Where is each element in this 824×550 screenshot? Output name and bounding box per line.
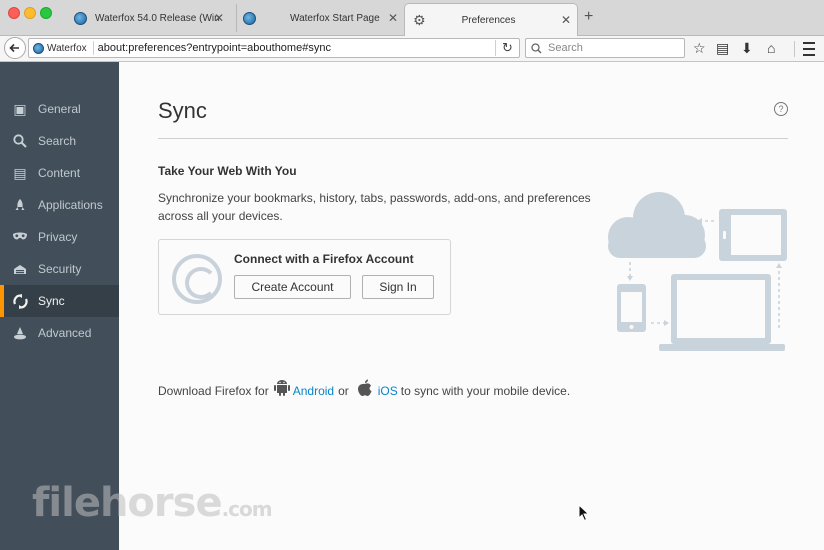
tablet-icon (719, 209, 787, 261)
download-suffix: to sync with your mobile device. (400, 383, 571, 398)
phone-icon (617, 284, 646, 332)
tab-waterfox-release[interactable]: Waterfox 54.0 Release (Wind ✕ (70, 4, 230, 32)
sidebar-item-label: General (38, 102, 81, 116)
sidebar-item-sync[interactable]: Sync (0, 285, 119, 317)
downloads-icon[interactable]: ⬇ (741, 40, 753, 57)
sidebar-item-label: Privacy (38, 230, 78, 244)
laptop-icon (659, 274, 785, 351)
sidebar-item-label: Content (38, 166, 81, 180)
or-text: or (338, 383, 349, 398)
tab-waterfox-start-page[interactable]: Waterfox Start Page ✕ (236, 4, 404, 32)
sync-description: Synchronize your bookmarks, history, tab… (158, 191, 591, 223)
waterfox-favicon-icon (243, 11, 256, 25)
sidebar-item-privacy[interactable]: Privacy (0, 221, 119, 253)
search-input[interactable]: Search (525, 38, 685, 58)
new-tab-button[interactable]: + (584, 8, 593, 26)
security-icon (12, 261, 28, 277)
title-bar: Waterfox 54.0 Release (Wind ✕ Waterfox S… (0, 0, 824, 36)
tab-label: Waterfox Start Page (290, 12, 380, 24)
search-icon (531, 42, 542, 54)
sidebar-item-security[interactable]: Security (0, 253, 119, 285)
help-icon[interactable]: ? (774, 102, 788, 116)
sidebar-item-applications[interactable]: Applications (0, 189, 119, 221)
window-maximize-button[interactable] (40, 7, 52, 19)
firefox-account-logo-icon (172, 254, 222, 304)
reload-icon[interactable]: ↻ (495, 40, 519, 56)
tab-close-icon[interactable]: ✕ (388, 11, 398, 25)
apple-icon (357, 379, 373, 402)
window-close-button[interactable] (8, 7, 20, 19)
bookmarks-menu-icon[interactable]: ▤ (716, 40, 729, 57)
hamburger-menu-button[interactable] (794, 41, 820, 57)
header-divider (158, 138, 788, 139)
sidebar-item-label: Security (38, 262, 82, 276)
cloud-icon (608, 192, 706, 258)
preferences-content: Sync ? Take Your Web With You Synchroniz… (119, 62, 824, 550)
sidebar-item-label: Advanced (38, 326, 92, 340)
sidebar-item-advanced[interactable]: Advanced (0, 317, 119, 349)
sync-devices-illustration (608, 192, 787, 351)
tab-close-icon[interactable]: ✕ (561, 13, 571, 27)
back-button[interactable] (4, 37, 26, 59)
android-icon (273, 379, 290, 402)
sidebar-item-label: Sync (38, 294, 65, 308)
sidebar-item-general[interactable]: ▣ General (0, 93, 119, 125)
search-icon (12, 133, 28, 149)
nav-bar: Waterfox about:preferences?entrypoint=ab… (0, 36, 824, 62)
sidebar-item-content[interactable]: ▤ Content (0, 157, 119, 189)
search-placeholder: Search (548, 42, 583, 54)
general-icon: ▣ (13, 100, 27, 117)
account-heading: Connect with a Firefox Account (234, 252, 414, 266)
preferences-sidebar: ▣ General Search ▤ Content Applications … (0, 62, 119, 550)
content-icon: ▤ (13, 164, 27, 181)
gear-icon: ⚙ (413, 11, 426, 28)
create-account-button[interactable]: Create Account (234, 275, 351, 299)
advanced-icon (12, 325, 28, 341)
site-identity[interactable]: Waterfox (29, 41, 94, 55)
watermark-domain: .com (221, 497, 273, 521)
download-prefix: Download Firefox for (158, 383, 269, 398)
mouse-cursor-icon (578, 504, 590, 522)
sidebar-item-search[interactable]: Search (0, 125, 119, 157)
identity-label: Waterfox (47, 42, 87, 54)
tab-label: Preferences (461, 14, 516, 26)
waterfox-favicon-icon (74, 11, 87, 25)
tab-preferences[interactable]: ⚙ Preferences ✕ (404, 3, 578, 36)
tab-label: Waterfox 54.0 Release (Wind (95, 12, 220, 24)
url-text[interactable]: about:preferences?entrypoint=abouthome#s… (94, 42, 495, 54)
sidebar-item-label: Applications (38, 198, 103, 212)
page-title: Sync (158, 98, 207, 123)
android-link[interactable]: Android (293, 384, 334, 398)
sign-in-button[interactable]: Sign In (362, 275, 434, 299)
sidebar-item-label: Search (38, 134, 77, 148)
watermark-text: filehorse (32, 480, 223, 526)
sync-icon (12, 293, 28, 309)
ios-link[interactable]: iOS (378, 384, 398, 398)
back-arrow-icon (9, 43, 19, 53)
tab-close-icon[interactable]: ✕ (214, 11, 224, 25)
bookmark-star-icon[interactable]: ☆ (693, 40, 706, 57)
privacy-mask-icon (12, 229, 28, 245)
applications-icon (12, 197, 28, 213)
filehorse-watermark: filehorse.com (32, 480, 273, 526)
waterfox-favicon-icon (33, 42, 44, 54)
home-icon[interactable]: ⌂ (767, 40, 775, 56)
section-title: Take Your Web With You (158, 164, 297, 178)
mobile-download-line: Download Firefox for Android or iOS to s… (158, 379, 570, 402)
window-minimize-button[interactable] (24, 7, 36, 19)
url-bar[interactable]: Waterfox about:preferences?entrypoint=ab… (28, 38, 520, 58)
firefox-account-box: Connect with a Firefox Account Create Ac… (158, 239, 451, 315)
